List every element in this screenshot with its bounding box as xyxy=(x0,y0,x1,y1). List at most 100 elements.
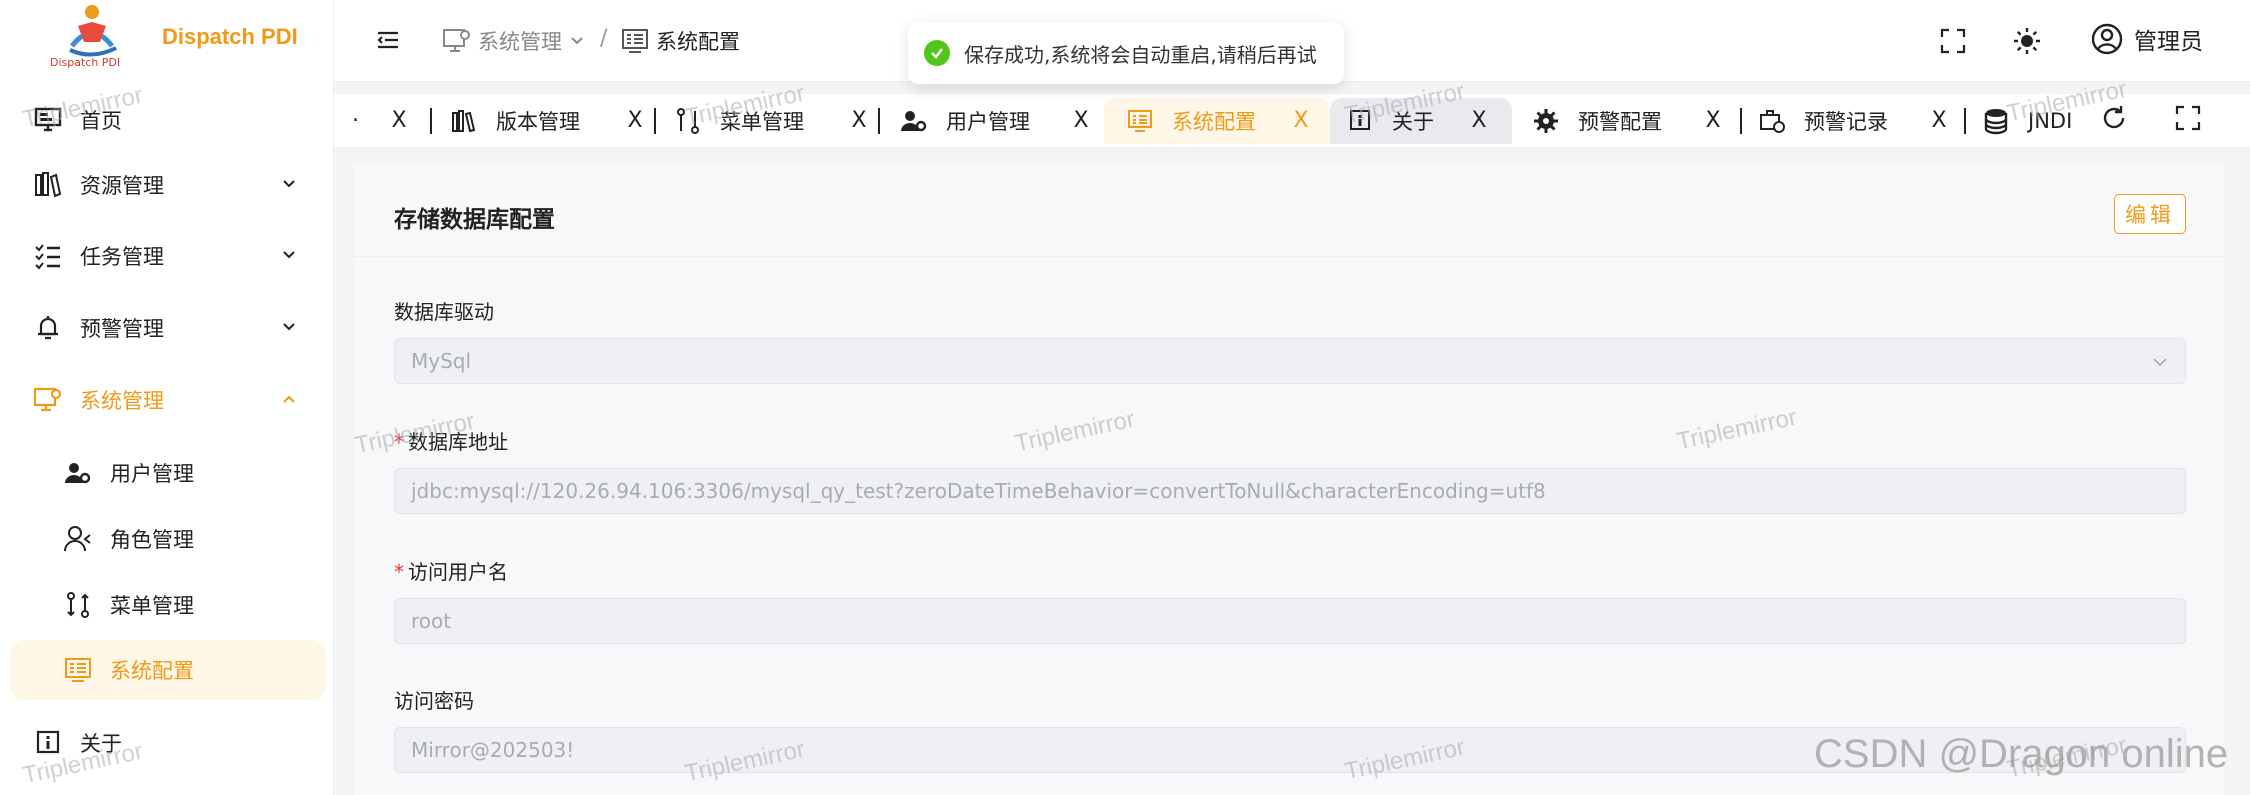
tab-label: 关于 xyxy=(1392,110,1434,134)
toast-message: 保存成功,系统将会自动重启,请稍后再试 xyxy=(964,42,1317,67)
sidebar-item-alerts[interactable]: 预警管理 xyxy=(10,298,326,358)
required-mark: * xyxy=(394,560,404,584)
sidebar-item-about[interactable]: 关于 xyxy=(10,713,326,773)
username-label: * 访问用户名 xyxy=(394,556,508,585)
user-gear-icon xyxy=(62,457,94,489)
tab-bar: . X 版本管理 X 菜单管理 X 用户管理 X 系统配置 X 关于 X 预警配… xyxy=(334,94,2250,148)
user-gear-icon xyxy=(901,111,927,132)
tab-about[interactable]: 关于 X xyxy=(1330,98,1512,144)
tab-label: 系统配置 xyxy=(1172,110,1256,134)
username-label-text: 访问用户名 xyxy=(408,560,508,584)
sidebar: Dispatch PDI Dispatch PDI 首页 资源管理 任务管理 预… xyxy=(0,0,334,795)
tab-close-prev[interactable]: X xyxy=(384,98,414,144)
close-icon[interactable]: X xyxy=(1702,110,1724,132)
url-field[interactable]: jdbc:mysql://120.26.94.106:3306/mysql_qy… xyxy=(394,468,2186,514)
breadcrumb-label: 系统配置 xyxy=(656,30,740,54)
sidebar-item-tasks[interactable]: 任务管理 xyxy=(10,226,326,286)
check-circle-icon xyxy=(924,40,950,66)
tab-divider xyxy=(878,108,880,134)
csdn-watermark: CSDN @Dragon online xyxy=(1814,732,2229,776)
sidebar-item-roles[interactable]: 角色管理 xyxy=(10,509,326,569)
system-settings-icon xyxy=(443,29,470,52)
user-role-icon xyxy=(62,523,94,555)
tab-label: 预警记录 xyxy=(1804,110,1888,134)
driver-select[interactable]: MySql xyxy=(394,338,2186,384)
tab-version[interactable]: 版本管理 X xyxy=(450,98,650,144)
info-icon xyxy=(32,727,64,759)
sidebar-item-label: 关于 xyxy=(80,732,122,756)
user-menu[interactable]: 管理员 xyxy=(2090,22,2203,56)
fullscreen-icon[interactable] xyxy=(1938,26,1968,56)
bell-icon xyxy=(32,312,64,344)
password-value: Mirror@202503! xyxy=(411,738,575,762)
user-name: 管理员 xyxy=(2134,29,2203,55)
menu-fold-icon[interactable] xyxy=(374,26,402,54)
username-value: root xyxy=(411,609,452,633)
sidebar-item-label: 角色管理 xyxy=(110,528,194,552)
gear-icon xyxy=(1534,109,1558,133)
config-board-icon xyxy=(622,29,648,53)
chevron-down-icon xyxy=(2153,358,2167,367)
sun-icon[interactable] xyxy=(2012,26,2042,56)
password-label: 访问密码 xyxy=(394,689,474,713)
url-label: * 数据库地址 xyxy=(394,426,508,455)
library-icon xyxy=(32,169,64,201)
tab-label: 用户管理 xyxy=(946,110,1030,134)
breadcrumb-system[interactable]: 系统管理 xyxy=(442,26,586,56)
edit-button[interactable]: 编辑 xyxy=(2114,194,2186,234)
monitor-icon xyxy=(32,104,64,136)
sidebar-item-menus[interactable]: 菜单管理 xyxy=(10,575,326,635)
tab-alert-config[interactable]: 预警配置 X xyxy=(1532,98,1732,144)
tab-alert-records[interactable]: 预警记录 X xyxy=(1758,98,1958,144)
close-icon[interactable]: X xyxy=(624,110,646,132)
sidebar-item-label: 系统管理 xyxy=(80,389,164,413)
sidebar-item-label: 用户管理 xyxy=(110,462,194,486)
success-toast: 保存成功,系统将会自动重启,请稍后再试 xyxy=(908,22,1344,84)
sidebar-item-system-config[interactable]: 系统配置 xyxy=(10,640,326,700)
url-value: jdbc:mysql://120.26.94.106:3306/mysql_qy… xyxy=(411,479,1546,503)
card-title: 存储数据库配置 xyxy=(394,207,555,233)
close-icon[interactable]: X xyxy=(1928,110,1950,132)
config-board-icon xyxy=(62,654,94,686)
sidebar-item-home[interactable]: 首页 xyxy=(10,90,326,150)
tab-divider xyxy=(430,108,432,134)
fullscreen-icon[interactable] xyxy=(2174,104,2202,132)
divider xyxy=(354,256,2224,257)
sidebar-item-label: 预警管理 xyxy=(80,317,164,341)
sidebar-item-system[interactable]: 系统管理 xyxy=(10,370,326,430)
tab-jndi[interactable]: JNDI xyxy=(1982,98,2102,144)
chevron-up-icon xyxy=(283,395,295,403)
route-icon xyxy=(677,108,699,134)
logo-subtitle: Dispatch PDI xyxy=(50,56,121,69)
close-icon[interactable]: X xyxy=(848,110,870,132)
tab-users[interactable]: 用户管理 X xyxy=(900,98,1100,144)
tab-label: 预警配置 xyxy=(1578,110,1662,134)
tab-divider xyxy=(1740,108,1742,134)
db-config-card: 存储数据库配置 编辑 数据库驱动 MySql * 数据库地址 jdbc:mysql… xyxy=(354,164,2224,795)
close-icon[interactable]: X xyxy=(1468,110,1490,132)
chevron-down-icon xyxy=(283,180,295,188)
tab-system-config[interactable]: 系统配置 X xyxy=(1104,98,1330,144)
tab-label: 版本管理 xyxy=(496,110,580,134)
user-circle-icon xyxy=(2091,23,2123,55)
checklist-icon xyxy=(32,240,64,272)
close-icon[interactable]: X xyxy=(1070,110,1092,132)
tab-menus[interactable]: 菜单管理 X xyxy=(674,98,874,144)
brand-name: Dispatch PDI xyxy=(162,24,298,49)
refresh-icon[interactable] xyxy=(2100,104,2128,132)
username-field[interactable]: root xyxy=(394,598,2186,644)
breadcrumb-separator: / xyxy=(600,26,608,51)
close-icon[interactable]: X xyxy=(1290,110,1312,132)
tab-divider xyxy=(654,108,656,134)
chevron-down-icon xyxy=(571,37,583,45)
sidebar-item-label: 系统配置 xyxy=(110,659,194,683)
sidebar-item-users[interactable]: 用户管理 xyxy=(10,443,326,503)
chevron-down-icon xyxy=(283,251,295,259)
driver-label: 数据库驱动 xyxy=(394,300,494,324)
sidebar-item-resources[interactable]: 资源管理 xyxy=(10,155,326,215)
required-mark: * xyxy=(394,430,404,454)
tab-label: 菜单管理 xyxy=(720,110,804,134)
route-icon xyxy=(62,589,94,621)
breadcrumb-system-config: 系统配置 xyxy=(620,26,740,56)
close-icon[interactable]: X xyxy=(388,110,410,132)
